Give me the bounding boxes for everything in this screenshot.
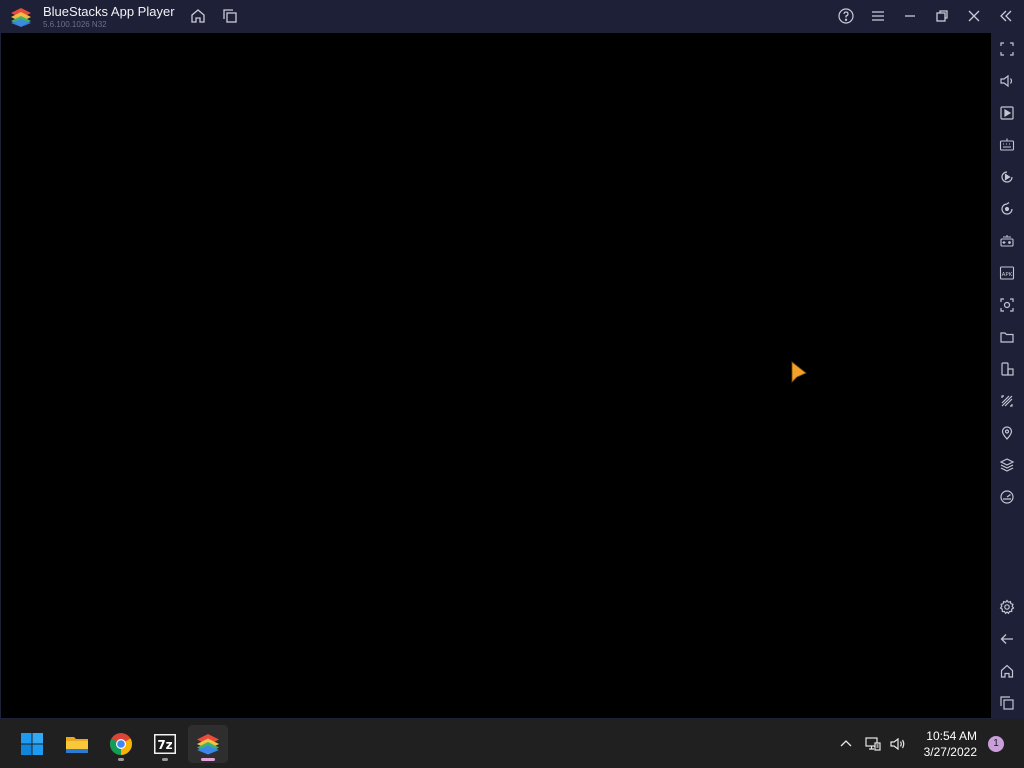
minimize-icon[interactable] — [901, 7, 919, 25]
location-icon[interactable] — [999, 425, 1015, 441]
taskbar-bluestacks[interactable] — [188, 725, 228, 763]
active-indicator — [201, 758, 215, 761]
clock-time[interactable]: 10:54 AM — [900, 729, 977, 743]
game-controls-icon[interactable] — [999, 233, 1015, 249]
window-title: BlueStacks App Player — [43, 4, 175, 19]
network-icon[interactable] — [864, 735, 882, 753]
windows-taskbar: 7z 10:54 AM 3/27/2022 1 — [0, 719, 1024, 768]
running-indicator — [162, 758, 168, 761]
home-icon[interactable] — [189, 7, 207, 25]
close-icon[interactable] — [965, 7, 983, 25]
back-icon[interactable] — [999, 631, 1015, 647]
taskbar-7zip[interactable]: 7z — [145, 725, 185, 763]
sync-icon[interactable] — [999, 201, 1015, 217]
media-manager-icon[interactable] — [999, 105, 1015, 121]
settings-icon[interactable] — [999, 599, 1015, 615]
clock-date[interactable]: 3/27/2022 — [900, 745, 977, 759]
svg-text:APK: APK — [1002, 272, 1013, 278]
mouse-cursor-icon — [791, 361, 807, 383]
macro-recorder-icon[interactable] — [999, 169, 1015, 185]
android-home-icon[interactable] — [999, 663, 1015, 679]
collapse-sidebar-icon[interactable] — [997, 7, 1015, 25]
restore-icon[interactable] — [933, 7, 951, 25]
svg-text:7z: 7z — [157, 738, 172, 752]
menu-icon[interactable] — [869, 7, 887, 25]
title-bar: BlueStacks App Player 5.6.100.1026 N32 — [0, 0, 1024, 33]
fullscreen-icon[interactable] — [999, 41, 1015, 57]
multi-instance-icon[interactable] — [221, 7, 239, 25]
volume-icon[interactable] — [999, 73, 1015, 89]
right-sidebar: APK — [991, 33, 1024, 719]
notification-badge[interactable]: 1 — [988, 736, 1004, 752]
version-label: 5.6.100.1026 N32 — [43, 20, 107, 29]
start-button[interactable] — [12, 725, 52, 763]
folder-icon[interactable] — [999, 329, 1015, 345]
chrome-icon — [110, 733, 132, 755]
taskbar-file-explorer[interactable] — [57, 725, 97, 763]
screenshot-icon[interactable] — [999, 297, 1015, 313]
multi-instance-manager-icon[interactable] — [999, 361, 1015, 377]
bluestacks-taskbar-icon — [197, 734, 219, 755]
android-screen[interactable] — [0, 33, 991, 719]
bluestacks-logo-icon — [11, 8, 31, 27]
7zip-icon: 7z — [154, 734, 176, 754]
taskbar-chrome[interactable] — [101, 725, 141, 763]
windows-logo-icon — [21, 733, 43, 755]
layers-icon[interactable] — [999, 457, 1015, 473]
performance-icon[interactable] — [999, 489, 1015, 505]
help-icon[interactable] — [837, 7, 855, 25]
running-indicator — [118, 758, 124, 761]
file-explorer-icon — [66, 737, 88, 753]
eco-mode-icon[interactable] — [999, 393, 1015, 409]
recent-apps-icon[interactable] — [999, 695, 1015, 711]
chevron-up-icon[interactable] — [837, 735, 855, 753]
keyboard-controls-icon[interactable] — [999, 137, 1015, 153]
apk-install-icon[interactable]: APK — [999, 265, 1015, 281]
